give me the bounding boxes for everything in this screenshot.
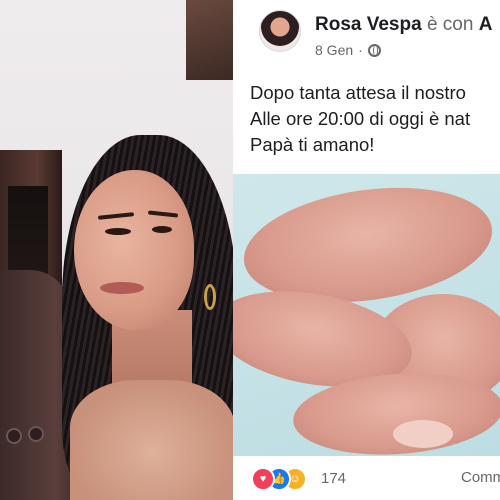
post-date[interactable]: 8 Gen xyxy=(315,42,353,58)
coat-button xyxy=(6,428,22,444)
chest xyxy=(70,380,233,500)
post-text-line: Alle ore 20:00 di oggi è nat xyxy=(250,108,471,129)
post-text-line: Papà ti amano! xyxy=(250,134,375,155)
reaction-icons[interactable]: ♥ 👍 ☺ xyxy=(251,467,315,491)
right-eye xyxy=(152,226,172,233)
coat-button xyxy=(28,426,44,442)
lips xyxy=(100,282,144,294)
meta-separator: · xyxy=(358,42,363,58)
post-text-line: Dopo tanta attesa il nostro xyxy=(250,82,466,103)
selfie-photo xyxy=(0,0,233,500)
author-avatar[interactable] xyxy=(259,10,301,52)
reactions-bar: ♥ 👍 ☺ 174 Comm xyxy=(233,456,500,500)
face xyxy=(74,170,194,330)
baby-hand-photo[interactable] xyxy=(233,174,500,456)
hoop-earring xyxy=(204,284,216,310)
tagged-person[interactable]: A xyxy=(479,14,493,35)
facebook-post: Rosa Vespa è con A 8 Gen · Dopo tanta at… xyxy=(233,0,500,500)
author-line: Rosa Vespa è con A xyxy=(315,14,492,36)
love-icon: ♥ xyxy=(251,467,275,491)
comments-link[interactable]: Comm xyxy=(461,469,500,486)
left-eye xyxy=(105,228,131,235)
author-name[interactable]: Rosa Vespa xyxy=(315,14,422,35)
globe-icon xyxy=(367,43,381,57)
post-meta: 8 Gen · xyxy=(315,42,381,58)
wall-corner xyxy=(186,0,233,80)
man-shoulder xyxy=(0,270,70,500)
reaction-count[interactable]: 174 xyxy=(321,470,346,487)
with-label: è con xyxy=(426,14,474,35)
post-text: Dopo tanta attesa il nostro Alle ore 20:… xyxy=(250,80,500,158)
fingernail xyxy=(393,420,453,448)
